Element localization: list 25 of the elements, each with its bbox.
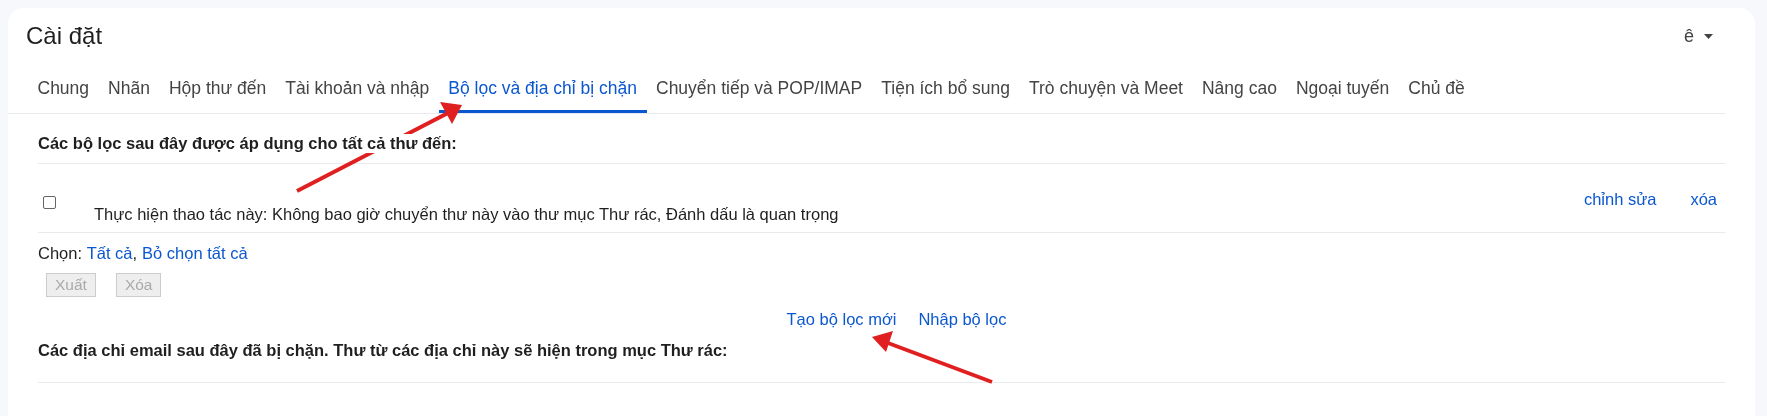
settings-tab[interactable]: Tiện ích bổ sung: [871, 70, 1020, 113]
settings-tab[interactable]: Trò chuyện và Meet: [1019, 70, 1193, 113]
select-label: Chọn:: [38, 244, 84, 263]
settings-tab[interactable]: Tài khoản và nhập: [275, 70, 439, 113]
settings-tab[interactable]: Nâng cao: [1192, 70, 1287, 113]
settings-tab[interactable]: Ngoại tuyến: [1286, 70, 1399, 113]
settings-tab[interactable]: Chủ đề: [1398, 70, 1475, 113]
link-separator: ,: [132, 244, 139, 263]
filter-link[interactable]: Nhập bộ lọc: [918, 310, 1007, 329]
settings-tab[interactable]: Hộp thư đến: [159, 70, 276, 113]
window-title: Cài đặt: [26, 22, 103, 50]
settings-tab[interactable]: Chung: [28, 70, 99, 113]
filter-description: Thực hiện thao tác này: Không bao giờ chuyển thư này vào thư mục Thư rác, Đánh dấu là quan trọng: [94, 205, 840, 224]
filter-checkbox[interactable]: [43, 196, 56, 209]
settings-tab[interactable]: Chuyển tiếp và POP/IMAP: [646, 70, 872, 113]
filter-action-link[interactable]: chỉnh sửa: [1583, 190, 1657, 209]
account-button[interactable]: ê: [1678, 24, 1735, 48]
section-heading: Các bộ lọc sau đây được áp dụng cho tất cả thư đến:: [38, 134, 457, 153]
filter-action-link[interactable]: xóa: [1690, 190, 1717, 209]
section-heading: Các địa chỉ email sau đây đã bị chặn. Thư từ các địa chỉ này sẽ hiện trong mục Thư rác:: [38, 341, 728, 360]
caret-icon: [1704, 33, 1713, 39]
select-link[interactable]: Bỏ chọn tất cả: [142, 244, 248, 263]
settings-tab[interactable]: Nhãn: [98, 70, 160, 113]
select-link[interactable]: Tất cả: [86, 244, 133, 263]
filter-link[interactable]: Tạo bộ lọc mới: [786, 310, 897, 329]
